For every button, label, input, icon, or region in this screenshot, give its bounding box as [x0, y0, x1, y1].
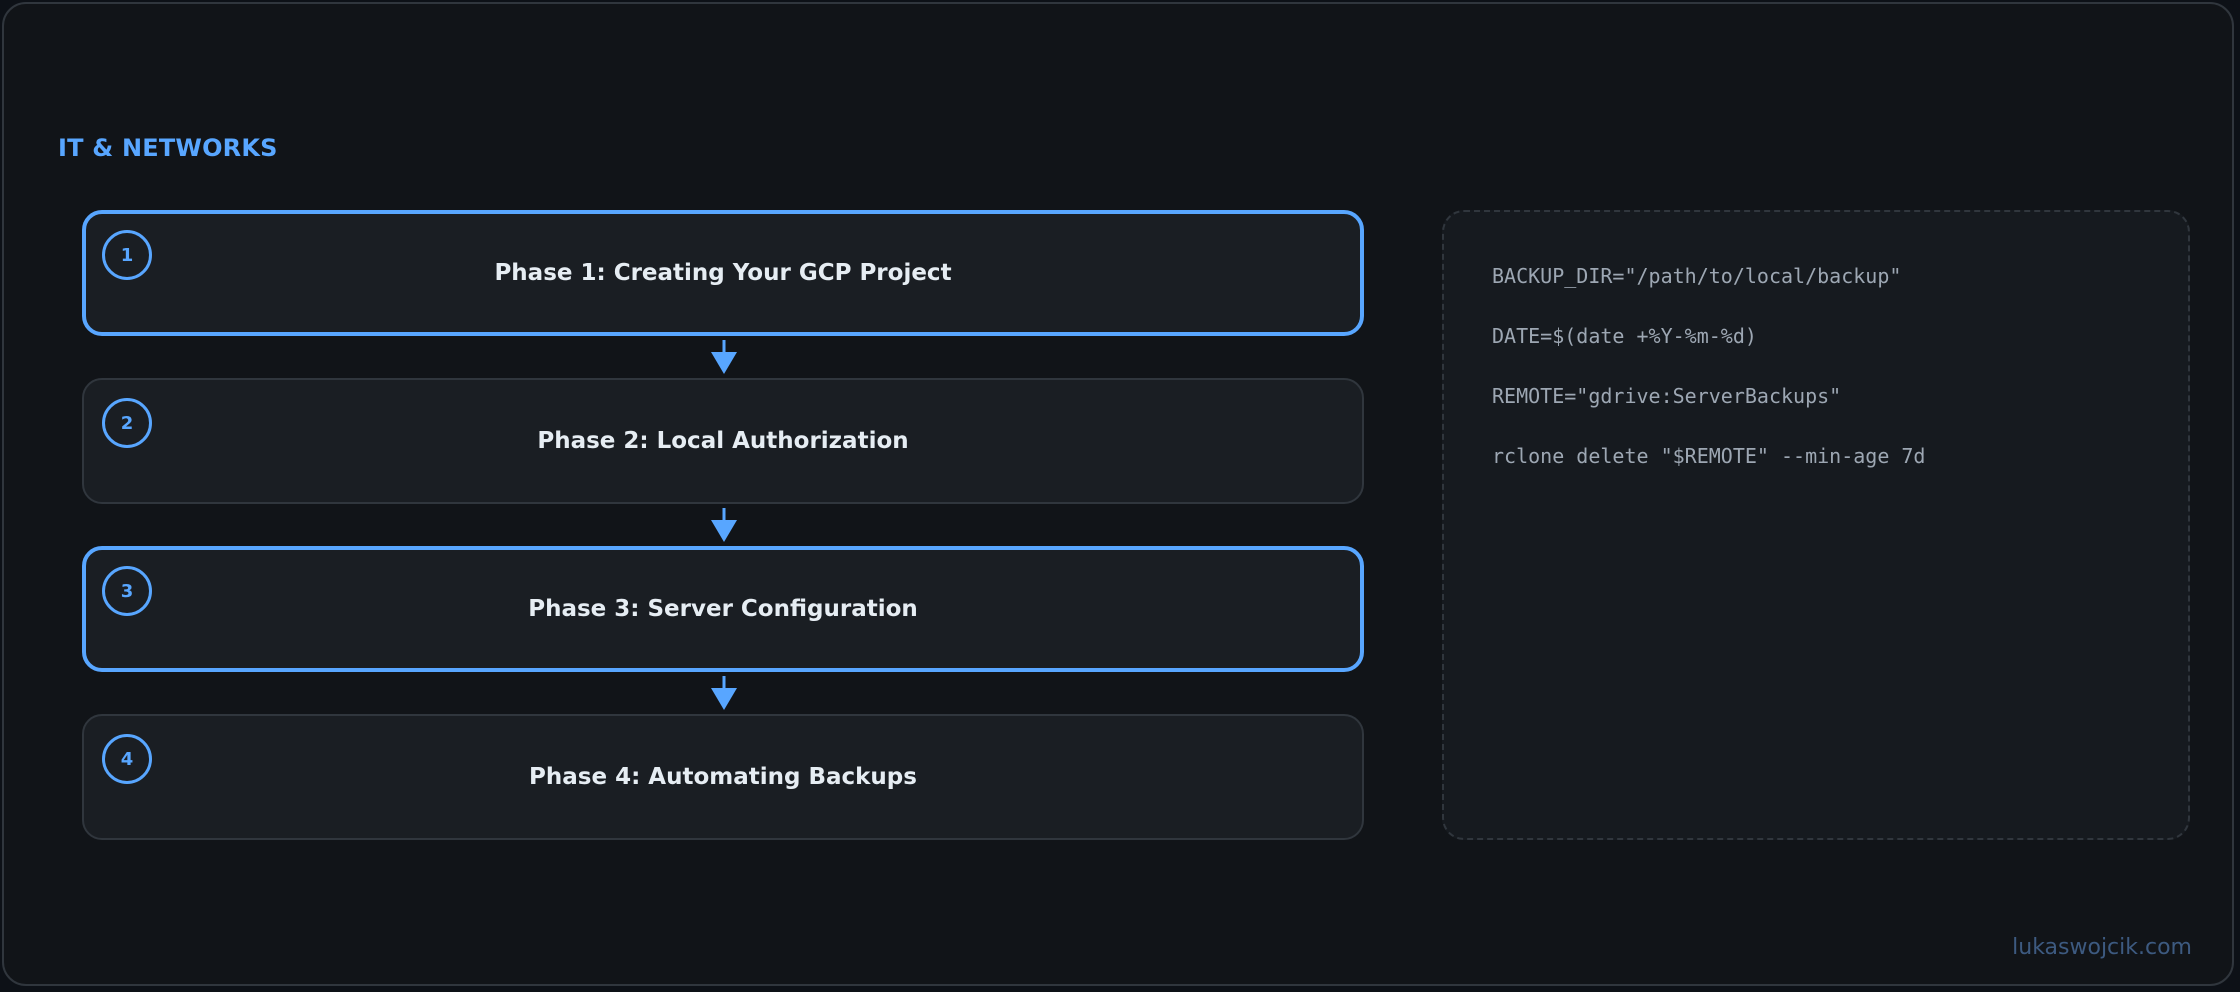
phase-label: Phase 3: Server Configuration — [528, 596, 918, 622]
code-line: REMOTE="gdrive:ServerBackups" — [1492, 384, 1842, 408]
arrow-down-icon — [711, 340, 737, 374]
arrow-down-icon — [711, 508, 737, 542]
phase-card-1: 1 Phase 1: Creating Your GCP Project — [82, 210, 1364, 336]
watermark: lukaswojcik.com — [2012, 935, 2192, 960]
phase-card-2: 2 Phase 2: Local Authorization — [82, 378, 1364, 504]
code-line: DATE=$(date +%Y-%m-%d) — [1492, 324, 1757, 348]
section-title: IT & NETWORKS — [58, 134, 278, 162]
phase-card-3: 3 Phase 3: Server Configuration — [82, 546, 1364, 672]
code-line: rclone delete "$REMOTE" --min-age 7d — [1492, 444, 1926, 468]
phase-label: Phase 1: Creating Your GCP Project — [494, 260, 952, 286]
code-line: BACKUP_DIR="/path/to/local/backup" — [1492, 264, 1902, 288]
code-panel: BACKUP_DIR="/path/to/local/backup" DATE=… — [1442, 210, 2190, 840]
arrow-down-icon — [711, 676, 737, 710]
diagram-frame: IT & NETWORKS 1 Phase 1: Creating Your G… — [2, 2, 2234, 986]
phase-label: Phase 4: Automating Backups — [529, 764, 917, 790]
phase-label: Phase 2: Local Authorization — [537, 428, 909, 454]
phase-card-4: 4 Phase 4: Automating Backups — [82, 714, 1364, 840]
